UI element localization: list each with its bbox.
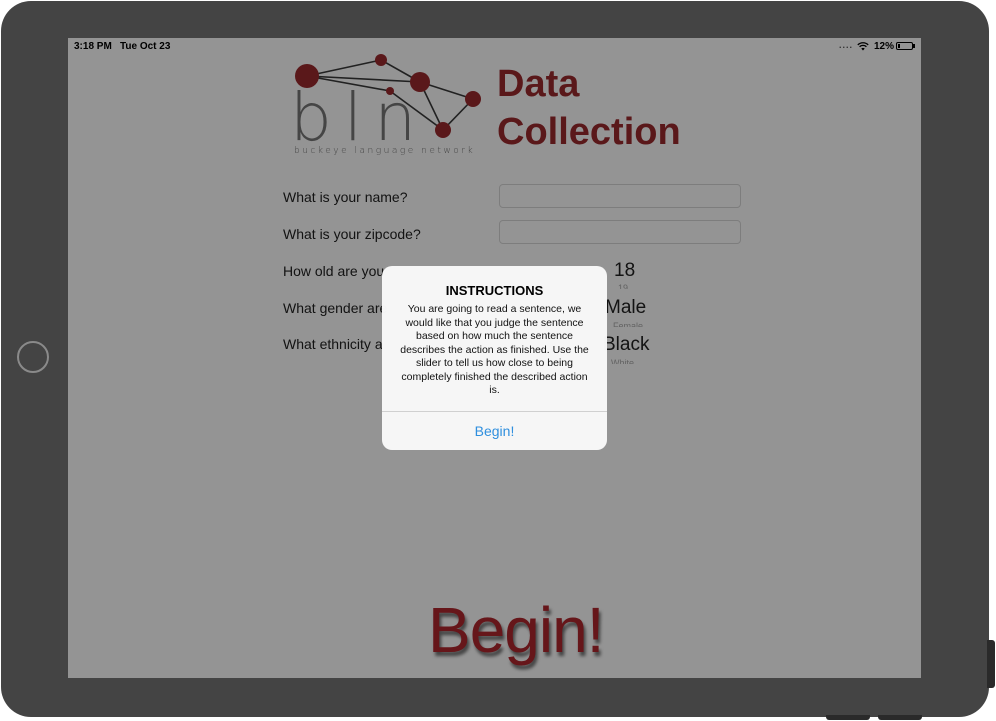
instructions-alert: INSTRUCTIONS You are going to read a sen…: [382, 266, 607, 450]
bottom-edge-button-left: [826, 715, 870, 720]
home-button-icon[interactable]: [17, 341, 49, 373]
alert-title: INSTRUCTIONS: [445, 283, 544, 298]
alert-message: You are going to read a sentence, we wou…: [400, 303, 589, 396]
alert-begin-button[interactable]: Begin!: [382, 412, 607, 450]
app-screen: 3:18 PM Tue Oct 23 .... 12% bln buckeye …: [68, 38, 921, 678]
volume-button: [987, 640, 995, 688]
bottom-edge-button-right: [878, 715, 922, 720]
